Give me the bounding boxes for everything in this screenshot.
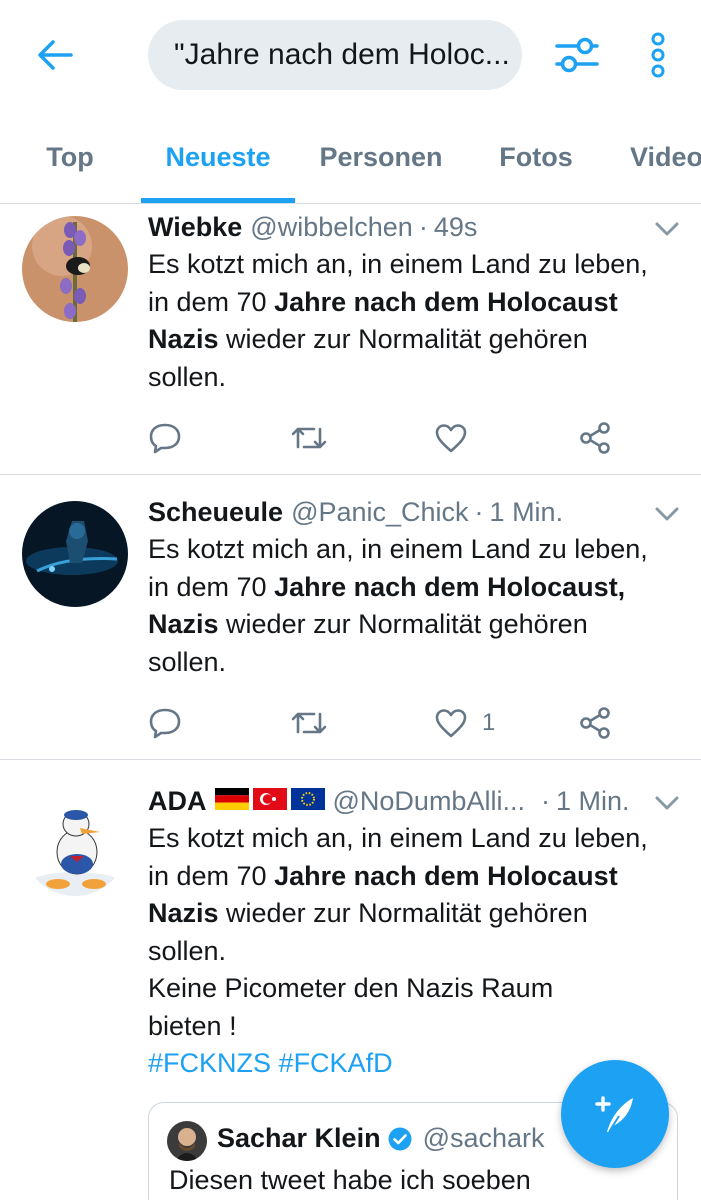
search-tabs: Top Neueste Personen Fotos Video	[0, 110, 701, 204]
tweet-header: Scheueule @Panic_Chick · 1 Min.	[148, 497, 563, 531]
avatar[interactable]	[22, 216, 128, 322]
separator-dot: ·	[418, 212, 428, 242]
flag-emoji-eu	[290, 786, 325, 810]
like-count: 1	[482, 709, 496, 736]
tweet-text: Es kotzt mich an, in einem Land zu leben…	[148, 531, 688, 681]
tweet-item[interactable]: Wiebke @wibbelchen · 49s Es kotzt mich a…	[0, 212, 701, 474]
tweet-item[interactable]: Scheueule @Panic_Chick · 1 Min. Es kotzt…	[0, 497, 701, 759]
retweet-icon	[291, 427, 327, 449]
reply-icon	[149, 423, 181, 454]
avatar[interactable]	[22, 501, 128, 607]
quoted-text: Diesen tweet habe ich soeben	[169, 1165, 531, 1195]
tweet-line: Es kotzt mich an, in einem Land zu leben…	[148, 249, 648, 279]
tweet-line: Es kotzt mich an, in einem Land zu leben…	[148, 534, 648, 564]
top-bar: "Jahre nach dem Holoc...	[0, 0, 701, 110]
author-name[interactable]: Wiebke	[148, 212, 242, 243]
hashtag-link[interactable]: #FCKAfD	[279, 1048, 393, 1078]
quoted-avatar	[167, 1121, 207, 1161]
heart-icon	[435, 709, 467, 738]
tab-top[interactable]: Top	[24, 110, 116, 204]
separator-dot: ·	[540, 786, 550, 816]
back-button[interactable]	[30, 30, 80, 80]
retweet-button[interactable]	[290, 418, 328, 458]
compose-feather-icon	[595, 1096, 633, 1133]
avatar[interactable]	[22, 790, 128, 896]
tweet-actions	[148, 418, 668, 458]
tweet-line: Es kotzt mich an, in einem Land zu leben…	[148, 823, 648, 853]
tweet-timestamp: 49s	[433, 212, 478, 242]
author-name[interactable]: ADA	[148, 786, 207, 817]
like-button[interactable]: 1	[434, 703, 495, 743]
tweet-header: Wiebke @wibbelchen · 49s	[148, 212, 477, 246]
retweet-button[interactable]	[290, 703, 328, 743]
tweet-header: ADA @NoDumbAlli... · 1 Min.	[148, 786, 630, 820]
author-handle[interactable]: @wibbelchen	[250, 212, 413, 243]
tab-fotos[interactable]: Fotos	[484, 110, 588, 204]
tweet-text: Es kotzt mich an, in einem Land zu leben…	[148, 820, 688, 1083]
reply-button[interactable]	[148, 418, 182, 458]
tweet-line: Nazis wieder zur Normalität gehören	[148, 324, 588, 354]
chevron-down-icon[interactable]	[652, 503, 682, 525]
tweet-divider	[0, 759, 701, 760]
search-query: "Jahre nach dem Holoc...	[174, 38, 510, 71]
twitter-search-screen: "Jahre nach dem Holoc... Top Neueste Per…	[0, 0, 701, 1200]
compose-tweet-button[interactable]	[561, 1060, 669, 1168]
flag-emoji-germany	[214, 786, 249, 810]
tweet-line: in dem 70 Jahre nach dem Holocaust,	[148, 571, 626, 602]
author-handle[interactable]: @Panic_Chick	[291, 497, 468, 528]
verified-badge-icon	[388, 1127, 412, 1150]
tweet-line: in dem 70 Jahre nach dem Holocaust	[148, 286, 618, 317]
share-button[interactable]	[578, 418, 612, 458]
tweet-line: Nazis wieder zur Normalität gehören	[148, 898, 588, 928]
quoted-author-name: Sachar Klein	[217, 1123, 381, 1153]
tweet-line: in dem 70 Jahre nach dem Holocaust	[148, 860, 618, 891]
tweet-line: Nazis wieder zur Normalität gehören	[148, 609, 588, 639]
tab-video[interactable]: Video	[630, 110, 701, 204]
hashtag-link[interactable]: #FCKNZS	[148, 1048, 271, 1078]
tweet-line: sollen.	[148, 935, 227, 966]
active-tab-indicator	[141, 198, 295, 203]
share-button[interactable]	[578, 703, 612, 743]
tweet-timestamp: 1 Min.	[489, 497, 564, 527]
tweet-actions: 1	[148, 703, 668, 743]
tab-personen[interactable]: Personen	[310, 110, 452, 204]
tweet-text: Es kotzt mich an, in einem Land zu leben…	[148, 246, 688, 396]
tweet-line: sollen.	[148, 361, 227, 392]
reply-icon	[149, 708, 181, 739]
share-icon	[580, 422, 610, 454]
separator-dot: ·	[474, 497, 484, 527]
author-handle[interactable]: @NoDumbAlli...	[333, 786, 525, 817]
author-name[interactable]: Scheueule	[148, 497, 283, 528]
more-vertical-icon	[651, 32, 665, 78]
sliders-icon	[555, 37, 599, 73]
share-icon	[580, 707, 610, 739]
heart-icon	[435, 424, 467, 453]
search-input[interactable]: "Jahre nach dem Holoc...	[148, 20, 522, 90]
tweet-line: bieten !	[148, 1010, 237, 1041]
reply-button[interactable]	[148, 703, 182, 743]
tab-neueste[interactable]: Neueste	[141, 110, 295, 204]
chevron-down-icon[interactable]	[652, 792, 682, 814]
quoted-author-handle: @sachark	[422, 1123, 545, 1153]
chevron-down-icon[interactable]	[652, 218, 682, 240]
tweet-line: sollen.	[148, 646, 227, 677]
tweet-line: Keine Picometer den Nazis Raum	[148, 973, 554, 1003]
quoted-header: Sachar Klein @sachark	[217, 1123, 545, 1154]
like-button[interactable]	[434, 418, 482, 458]
overflow-menu-button[interactable]	[638, 28, 678, 82]
tweet-divider	[0, 474, 701, 475]
search-filter-button[interactable]	[550, 30, 604, 80]
flag-emoji-turkey	[252, 786, 287, 810]
retweet-icon	[291, 712, 327, 734]
back-arrow-icon	[38, 40, 73, 70]
tweet-timestamp: 1 Min.	[555, 786, 630, 816]
